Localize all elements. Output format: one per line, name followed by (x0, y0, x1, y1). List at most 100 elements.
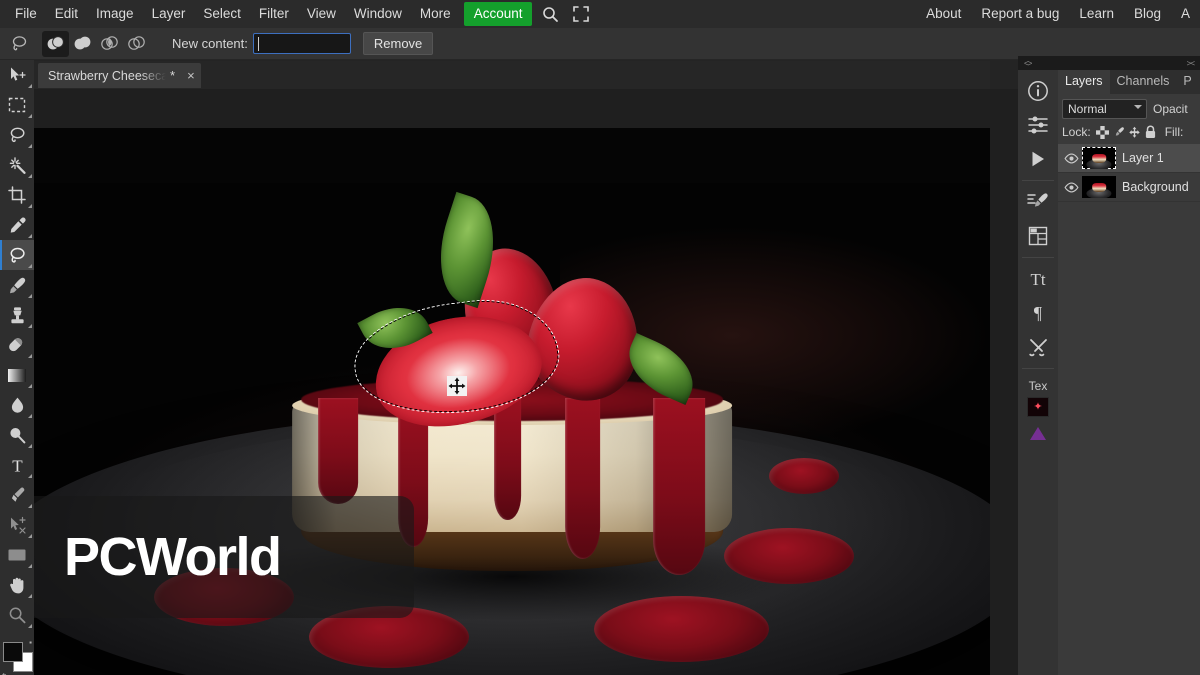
clone-stamp-tool-icon[interactable] (0, 300, 34, 330)
nav-report-a-bug[interactable]: Report a bug (971, 2, 1069, 26)
brush-tool-icon[interactable] (0, 270, 34, 300)
eraser-tool-icon[interactable] (0, 330, 34, 360)
menu-edit[interactable]: Edit (46, 2, 87, 26)
layer-thumbnail[interactable] (1082, 147, 1116, 169)
texture-star-glyph: ✦ (1033, 400, 1043, 413)
pcworld-watermark-text: PCWorld (64, 527, 282, 587)
tab-channels[interactable]: Channels (1110, 70, 1177, 94)
document-tab[interactable]: Strawberry Cheesecake * × (38, 63, 201, 88)
hand-tool-icon[interactable] (0, 570, 34, 600)
fullscreen-icon[interactable] (568, 2, 594, 26)
eyedropper-tool-icon[interactable] (0, 210, 34, 240)
document-canvas[interactable]: PCWorld (34, 128, 990, 675)
layer-thumbnail-art (1082, 147, 1116, 169)
table-row[interactable]: Layer 1 (1058, 144, 1200, 173)
strawberry-cheesecake-photo: PCWorld (34, 128, 990, 675)
account-button[interactable]: Account (463, 2, 533, 26)
tab-layers[interactable]: Layers (1058, 70, 1110, 94)
layout-panel-icon[interactable] (1018, 219, 1058, 253)
layer-visibility-icon[interactable] (1062, 153, 1080, 164)
tool-flyout-corner (28, 504, 32, 508)
table-row[interactable]: Background (1058, 173, 1200, 202)
crop-tool-icon[interactable] (0, 180, 34, 210)
move-tool-icon[interactable] (0, 60, 34, 90)
pen-tool-icon[interactable] (0, 480, 34, 510)
default-colors-icon[interactable]: ▪ (29, 638, 32, 647)
menu-filter[interactable]: Filter (250, 2, 298, 26)
menu-more[interactable]: More (411, 2, 460, 26)
menu-select[interactable]: Select (194, 2, 250, 26)
selection-add-icon[interactable] (69, 31, 96, 57)
menu-file[interactable]: File (6, 2, 46, 26)
close-icon[interactable]: × (187, 68, 195, 83)
photo-drip-5 (652, 397, 706, 575)
tool-flyout-corner (28, 234, 32, 238)
brush-settings-icon[interactable] (1018, 185, 1058, 219)
dodge-tool-icon[interactable] (0, 420, 34, 450)
selection-new-icon[interactable] (42, 30, 69, 57)
tool-flyout-corner (28, 384, 32, 388)
selection-intersect-icon[interactable] (123, 31, 150, 57)
menu-layer[interactable]: Layer (143, 2, 195, 26)
gradient-tool-icon[interactable] (0, 360, 34, 390)
new-content-input[interactable] (252, 33, 351, 54)
lasso-tool-icon[interactable] (0, 120, 34, 150)
nav-about[interactable]: About (916, 2, 971, 26)
layer-name: Background (1122, 180, 1189, 194)
canvas-area[interactable]: PCWorld (34, 89, 1018, 675)
lasso-tool-icon[interactable] (6, 31, 32, 57)
zoom-tool-icon[interactable] (0, 600, 34, 630)
remove-button[interactable]: Remove (362, 32, 434, 55)
pcworld-watermark: PCWorld (34, 496, 414, 618)
object-select-lasso-tool-icon[interactable] (0, 240, 34, 270)
texture-swatch-icon[interactable]: ✦ (1027, 397, 1049, 417)
tool-flyout-corner (28, 564, 32, 568)
shape-tool-icon[interactable] (0, 540, 34, 570)
foreground-color-swatch[interactable] (3, 642, 23, 662)
panel-tab-bar: Layers Channels P (1058, 70, 1200, 94)
menu-bar-left-group: File Edit Image Layer Select Filter View… (0, 0, 594, 28)
nav-apps-truncated[interactable]: A (1171, 2, 1200, 26)
menu-view[interactable]: View (298, 2, 345, 26)
rectangular-marquee-tool-icon[interactable] (0, 90, 34, 120)
fill-label: Fill: (1164, 125, 1184, 139)
dock-divider (1022, 368, 1054, 369)
photo-drip-4 (564, 397, 600, 560)
lock-transparency-icon[interactable] (1095, 124, 1111, 140)
chevron-expand-icon[interactable]: <> (1024, 59, 1032, 68)
blur-tool-icon[interactable] (0, 390, 34, 420)
tool-flyout-corner (28, 264, 32, 268)
tool-flyout-corner (28, 594, 32, 598)
tools-icon[interactable] (1018, 330, 1058, 364)
path-selection-tool-icon[interactable] (0, 510, 34, 540)
magic-wand-tool-icon[interactable] (0, 150, 34, 180)
blend-mode-select[interactable]: Normal (1062, 98, 1147, 119)
layer-thumbnail-art (1082, 176, 1116, 198)
nav-learn[interactable]: Learn (1069, 2, 1124, 26)
gradient-swatch-icon[interactable] (1030, 427, 1046, 440)
actions-play-icon[interactable] (1018, 142, 1058, 176)
text-caret (257, 37, 259, 51)
lock-all-icon[interactable] (1143, 124, 1159, 140)
selection-subtract-icon[interactable] (96, 31, 123, 57)
layer-thumbnail[interactable] (1082, 176, 1116, 198)
adjustments-icon[interactable] (1018, 108, 1058, 142)
layer-visibility-icon[interactable] (1062, 182, 1080, 193)
new-content-label: New content: (172, 36, 248, 51)
lock-pixels-icon[interactable] (1111, 124, 1127, 140)
svg-text:T: T (12, 456, 23, 475)
lock-position-icon[interactable] (1127, 124, 1143, 140)
search-icon[interactable] (537, 2, 563, 26)
tool-flyout-corner (28, 534, 32, 538)
chevron-collapse-icon[interactable]: >< (1187, 59, 1195, 68)
type-tool-icon[interactable]: T (0, 450, 34, 480)
character-icon[interactable]: Tt (1018, 262, 1058, 296)
color-swatches[interactable]: ▪ ↰ (0, 638, 34, 675)
nav-blog[interactable]: Blog (1124, 2, 1171, 26)
menu-bar-right-group: About Report a bug Learn Blog A (916, 0, 1200, 28)
info-icon[interactable] (1018, 74, 1058, 108)
tab-paths[interactable]: P (1176, 70, 1198, 94)
menu-window[interactable]: Window (345, 2, 411, 26)
paragraph-icon[interactable]: ¶ (1018, 296, 1058, 330)
menu-image[interactable]: Image (87, 2, 143, 26)
